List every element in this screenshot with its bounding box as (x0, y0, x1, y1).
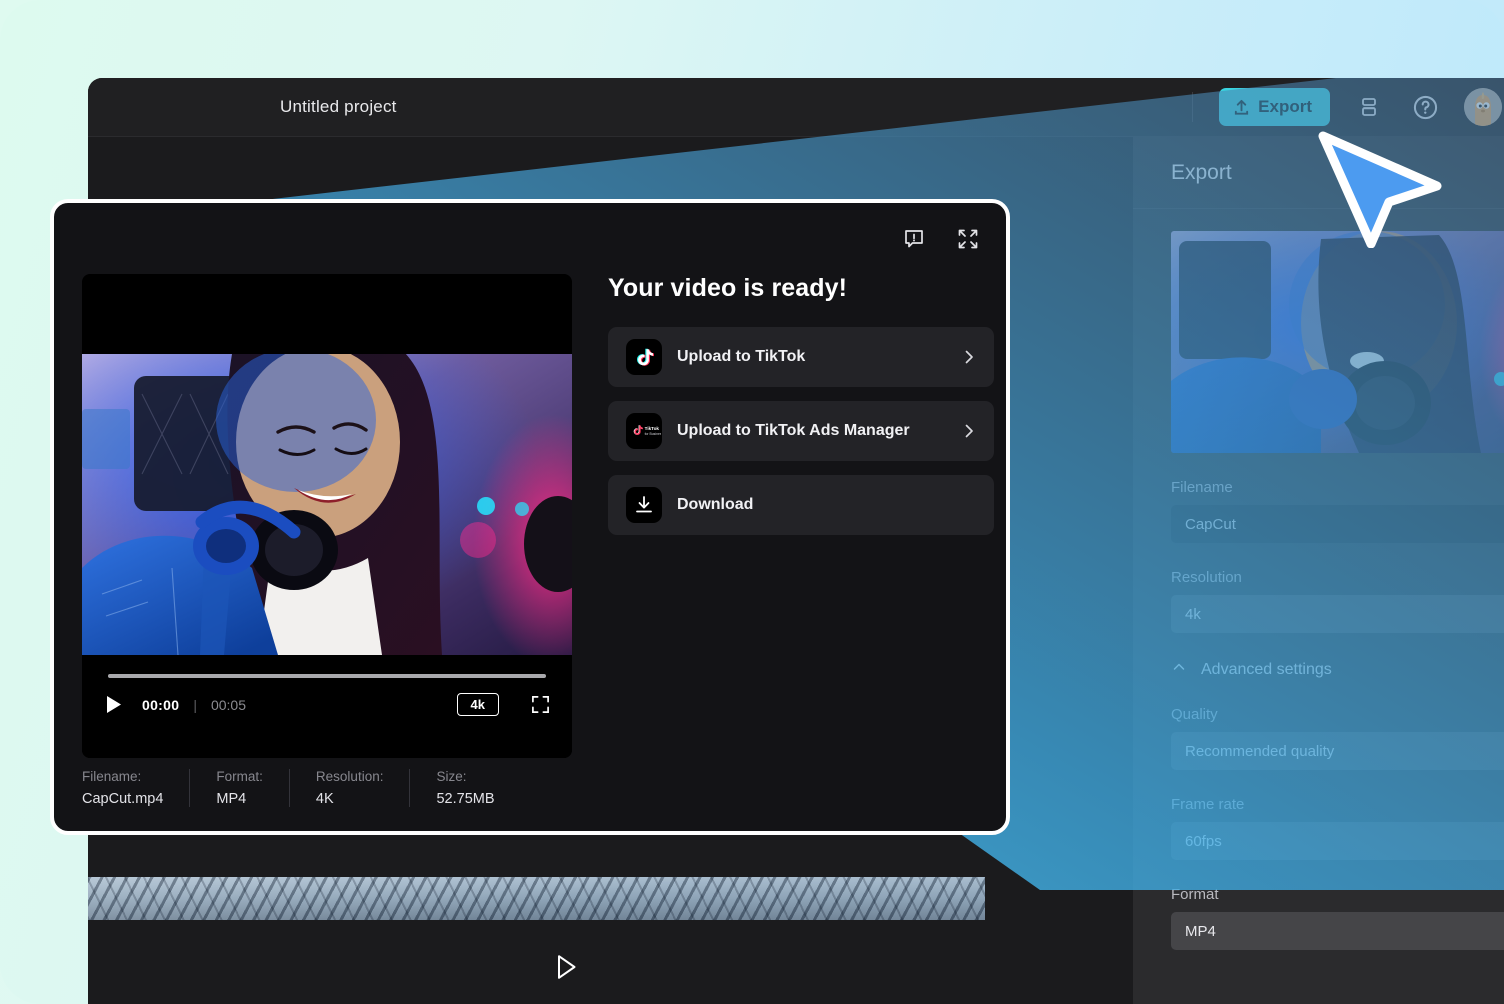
advanced-settings-label: Advanced settings (1201, 660, 1332, 678)
resolution-label: Resolution (1171, 569, 1242, 586)
modal-actions-column: Your video is ready! Upload to TikTok Ti… (608, 274, 994, 549)
fullscreen-icon[interactable] (531, 695, 550, 714)
player-control-row: 00:00 | 00:05 4k (106, 693, 550, 716)
meta-key: Format: (216, 769, 263, 784)
meta-resolution: Resolution: 4K (288, 769, 410, 807)
progress-slider[interactable] (108, 674, 546, 678)
video-frame[interactable] (82, 354, 572, 655)
filename-label: Filename (1171, 479, 1233, 496)
meta-value: MP4 (216, 791, 247, 807)
action-label: Upload to TikTok (677, 348, 806, 365)
modal-title: Your video is ready! (608, 274, 848, 302)
export-panel-title: Export (1171, 160, 1232, 184)
meta-key: Size: (436, 769, 467, 784)
chevron-right-icon (960, 422, 978, 440)
help-circle-icon[interactable] (1408, 90, 1442, 124)
layers-icon[interactable] (1352, 90, 1386, 124)
format-value: MP4 (1185, 922, 1216, 940)
player-controls: 00:00 | 00:05 4k (82, 655, 572, 758)
video-ready-modal: 00:00 | 00:05 4k Your video is ready! Up… (50, 199, 1010, 835)
meta-size: Size: 52.75MB (409, 769, 520, 807)
toolbar-divider (1192, 92, 1194, 122)
tiktok-ads-icon: TikTok for Business (626, 413, 662, 449)
export-panel-body: Filename Resolution 4k Advanced settings… (1133, 209, 1504, 950)
resolution-select[interactable]: 4k (1171, 595, 1504, 633)
quality-label: Quality (1171, 706, 1218, 723)
video-thumbnail (82, 354, 572, 655)
export-button-label: Export (1258, 97, 1312, 116)
meta-format: Format: MP4 (189, 769, 289, 807)
chevron-up-icon (1171, 659, 1187, 680)
quality-select[interactable]: Recommended quality (1171, 732, 1504, 770)
meta-key: Resolution: (315, 769, 384, 784)
download-icon (626, 487, 662, 523)
frame-rate-label: Frame rate (1171, 796, 1245, 813)
play-outline-icon[interactable] (556, 954, 578, 985)
quality-value: Recommended quality (1185, 742, 1335, 760)
tiktok-icon (626, 339, 662, 375)
meta-value: 52.75MB (436, 791, 495, 807)
action-label: Upload to TikTok Ads Manager (677, 422, 910, 439)
format-label: Format (1171, 886, 1219, 903)
upload-to-tiktok-ads-manager-button[interactable]: TikTok for Business Upload to TikTok Ads… (608, 401, 994, 461)
meta-key: Filename: (82, 769, 142, 784)
filename-input[interactable] (1171, 505, 1504, 543)
upload-to-tiktok-button[interactable]: Upload to TikTok (608, 327, 994, 387)
time-separator: | (193, 696, 197, 713)
minimize-icon[interactable] (952, 223, 984, 255)
project-title[interactable]: Untitled project (280, 97, 397, 117)
resolution-value: 4k (1185, 605, 1201, 623)
advanced-settings-toggle[interactable]: Advanced settings (1171, 659, 1504, 680)
export-panel-header: Export (1133, 137, 1504, 209)
current-time: 00:00 (142, 696, 180, 713)
timeline-thumbnail-strip (88, 877, 985, 920)
play-icon[interactable] (106, 695, 128, 714)
video-player: 00:00 | 00:05 4k (82, 274, 572, 758)
action-label: Download (677, 496, 754, 513)
duration-time: 00:05 (210, 696, 246, 713)
upload-icon (1233, 99, 1250, 116)
modal-toolbar (898, 223, 984, 255)
meta-value: 4K (315, 791, 334, 807)
export-button[interactable]: Export (1219, 88, 1330, 126)
svg-text:for Business: for Business (645, 432, 661, 436)
export-metadata: Filename: CapCut.mp4 Format: MP4 Resolut… (82, 769, 521, 807)
meta-value: CapCut.mp4 (82, 791, 164, 807)
top-toolbar: Untitled project Export (88, 78, 1504, 137)
video-preview-thumbnail (1171, 231, 1504, 453)
export-preview-thumbnail (1171, 231, 1504, 453)
format-select[interactable]: MP4 (1171, 912, 1504, 950)
toolbar-actions: Export (1192, 78, 1504, 136)
frame-rate-select[interactable]: 60fps (1171, 822, 1504, 860)
feedback-icon[interactable] (898, 223, 930, 255)
quality-badge[interactable]: 4k (456, 693, 499, 716)
frame-rate-value: 60fps (1185, 832, 1222, 850)
user-avatar[interactable] (1464, 88, 1502, 126)
svg-text:TikTok: TikTok (645, 426, 660, 431)
chevron-right-icon (960, 348, 978, 366)
export-side-panel: Export Filename CapCut Resolution 4k Adv… (1133, 137, 1504, 1004)
meta-filename: Filename: CapCut.mp4 (82, 769, 189, 807)
preview-play-row (88, 920, 1045, 1004)
download-button[interactable]: Download (608, 475, 994, 535)
